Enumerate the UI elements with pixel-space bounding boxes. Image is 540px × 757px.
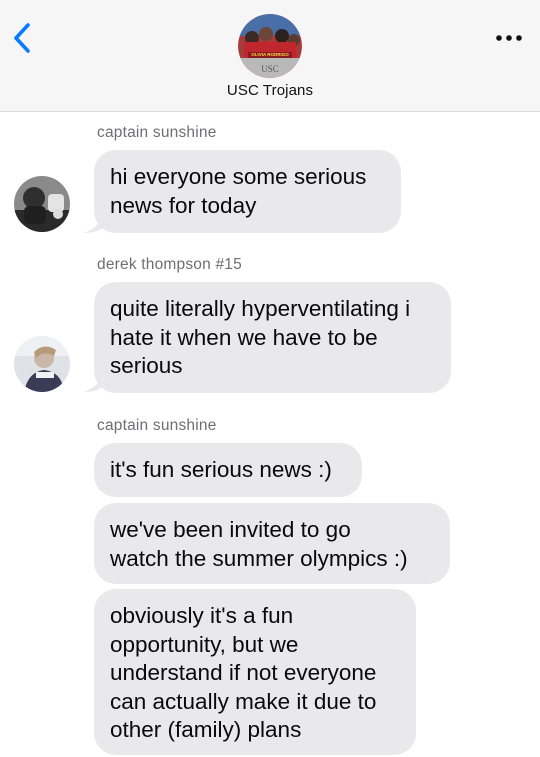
- more-options-button[interactable]: [492, 24, 526, 52]
- avatar[interactable]: [14, 176, 70, 232]
- avatar[interactable]: [14, 336, 70, 392]
- message-bubble[interactable]: quite literally hyperventilating i hate …: [94, 282, 451, 393]
- chat-header: OLIVIA RODRIGO USC USC Trojans: [0, 0, 540, 112]
- sender-name: captain sunshine: [97, 124, 217, 141]
- message-bubble[interactable]: it's fun serious news :): [94, 443, 362, 497]
- group-name: USC Trojans: [226, 82, 314, 99]
- svg-text:USC: USC: [261, 64, 279, 74]
- svg-text:OLIVIA RODRIGO: OLIVIA RODRIGO: [251, 52, 289, 57]
- chevron-left-icon: [14, 23, 30, 53]
- ellipsis-icon: [496, 35, 522, 41]
- message-bubble[interactable]: hi everyone some serious news for today: [94, 150, 401, 233]
- sender-name: captain sunshine: [97, 417, 217, 434]
- back-button[interactable]: [8, 20, 36, 56]
- message-bubble[interactable]: obviously it's a fun opportunity, but we…: [94, 589, 416, 755]
- sender-name: derek thompson #15: [97, 256, 242, 273]
- group-avatar[interactable]: OLIVIA RODRIGO USC: [238, 14, 302, 78]
- message-bubble[interactable]: we've been invited to go watch the summe…: [94, 503, 450, 584]
